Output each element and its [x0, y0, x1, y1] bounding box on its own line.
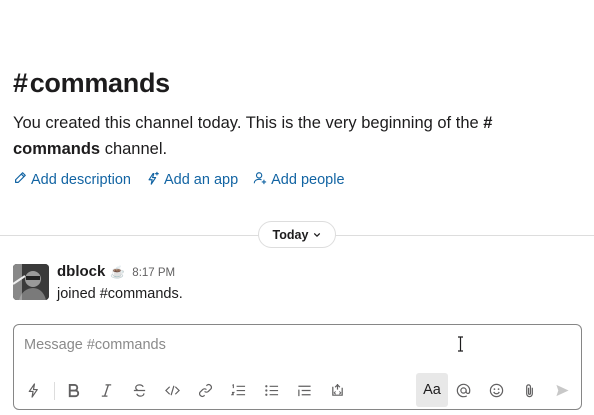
channel-intro: You created this channel today. This is … [13, 110, 553, 162]
ordered-list-icon[interactable] [225, 371, 251, 409]
message-header: dblock ☕ 8:17 PM [57, 263, 175, 280]
message-author[interactable]: dblock [57, 263, 105, 280]
add-description-link[interactable]: Add description [13, 171, 131, 189]
add-app-link[interactable]: Add an app [146, 171, 238, 189]
composer-toolbar: Aa [14, 371, 581, 409]
attach-icon[interactable] [516, 371, 542, 409]
status-emoji[interactable]: ☕ [110, 265, 125, 279]
add-people-link[interactable]: Add people [253, 171, 345, 189]
link-icon[interactable] [192, 371, 218, 409]
lightning-plus-icon [146, 171, 160, 189]
channel-name: commands [29, 68, 170, 98]
intro-text-end: channel. [100, 140, 168, 158]
channel-hash: # [13, 68, 28, 98]
italic-icon[interactable] [93, 371, 119, 409]
bold-icon[interactable] [60, 371, 86, 409]
add-app-label: Add an app [163, 172, 239, 188]
emoji-icon[interactable] [483, 371, 509, 409]
message-input[interactable] [24, 337, 544, 353]
formatting-toggle-icon[interactable]: Aa [416, 373, 448, 407]
toolbar-divider [54, 382, 55, 400]
add-description-label: Add description [31, 172, 131, 188]
avatar[interactable] [13, 264, 49, 300]
code-block-icon[interactable] [324, 371, 350, 409]
code-icon[interactable] [159, 371, 185, 409]
message-text: joined #commands. [57, 286, 183, 302]
chevron-down-icon [313, 228, 321, 242]
date-divider-label: Today [272, 227, 309, 242]
channel-actions: Add description Add an app Add people [13, 171, 360, 189]
text-cursor-icon [458, 336, 463, 352]
formatting-toggle-label: Aa [423, 382, 441, 398]
date-divider-button[interactable]: Today [258, 221, 336, 248]
mention-icon[interactable] [450, 371, 476, 409]
add-person-icon [253, 171, 267, 189]
bulleted-list-icon[interactable] [258, 371, 284, 409]
message-composer: Aa [13, 324, 582, 410]
pencil-icon [13, 171, 27, 189]
add-people-label: Add people [271, 172, 345, 188]
message-timestamp[interactable]: 8:17 PM [132, 267, 175, 279]
channel-title: #commands [13, 68, 170, 99]
shortcuts-lightning-icon[interactable] [20, 371, 46, 409]
send-icon[interactable] [549, 371, 575, 409]
blockquote-icon[interactable] [291, 371, 317, 409]
intro-text: You created this channel today. This is … [13, 114, 484, 132]
strikethrough-icon[interactable] [126, 371, 152, 409]
